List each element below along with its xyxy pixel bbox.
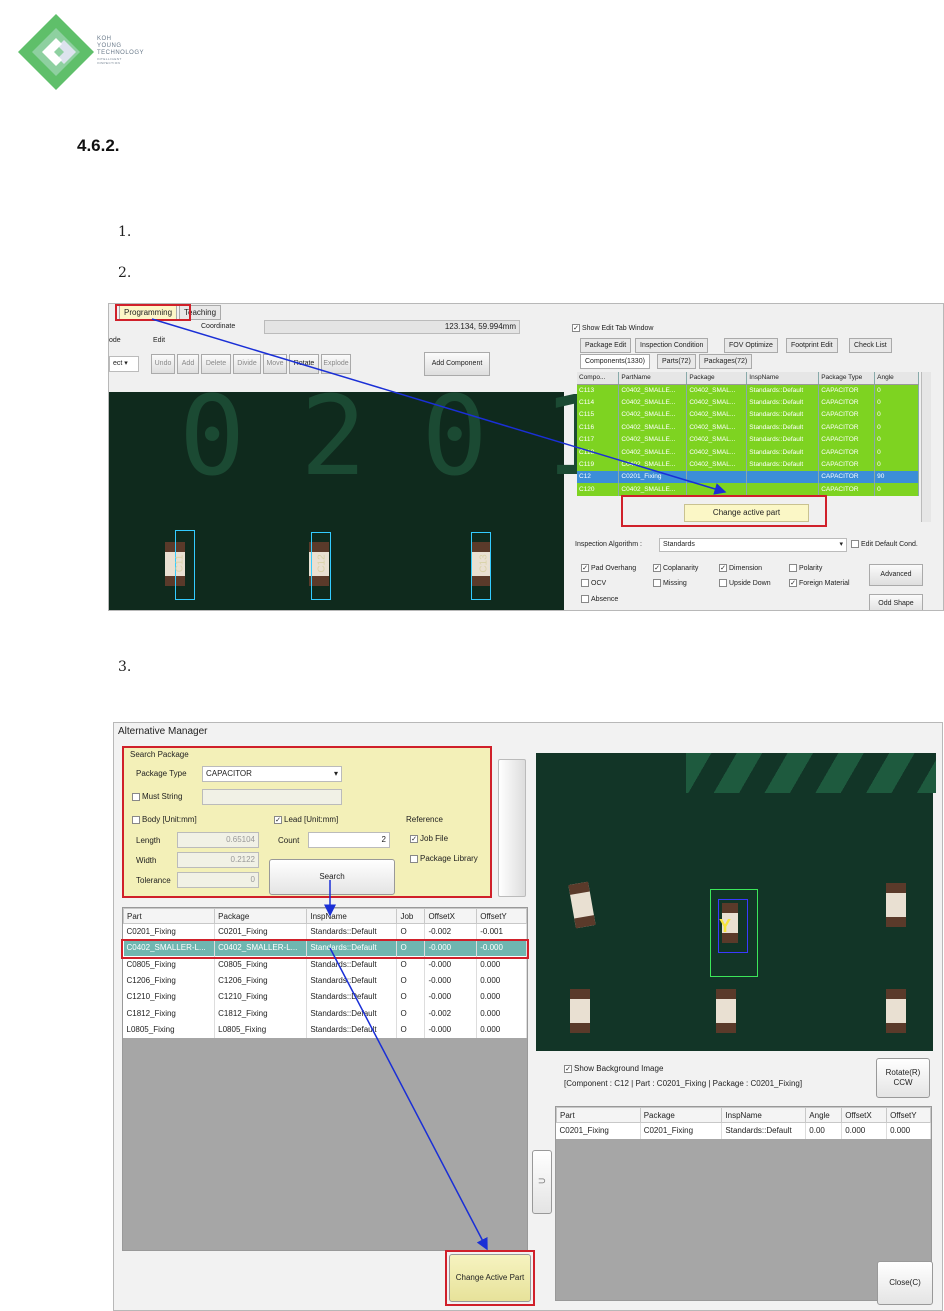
arrow-row-to-change-button [329,947,488,1251]
arrow-programming-to-menu [151,318,727,495]
annotation-arrows [151,318,727,1251]
